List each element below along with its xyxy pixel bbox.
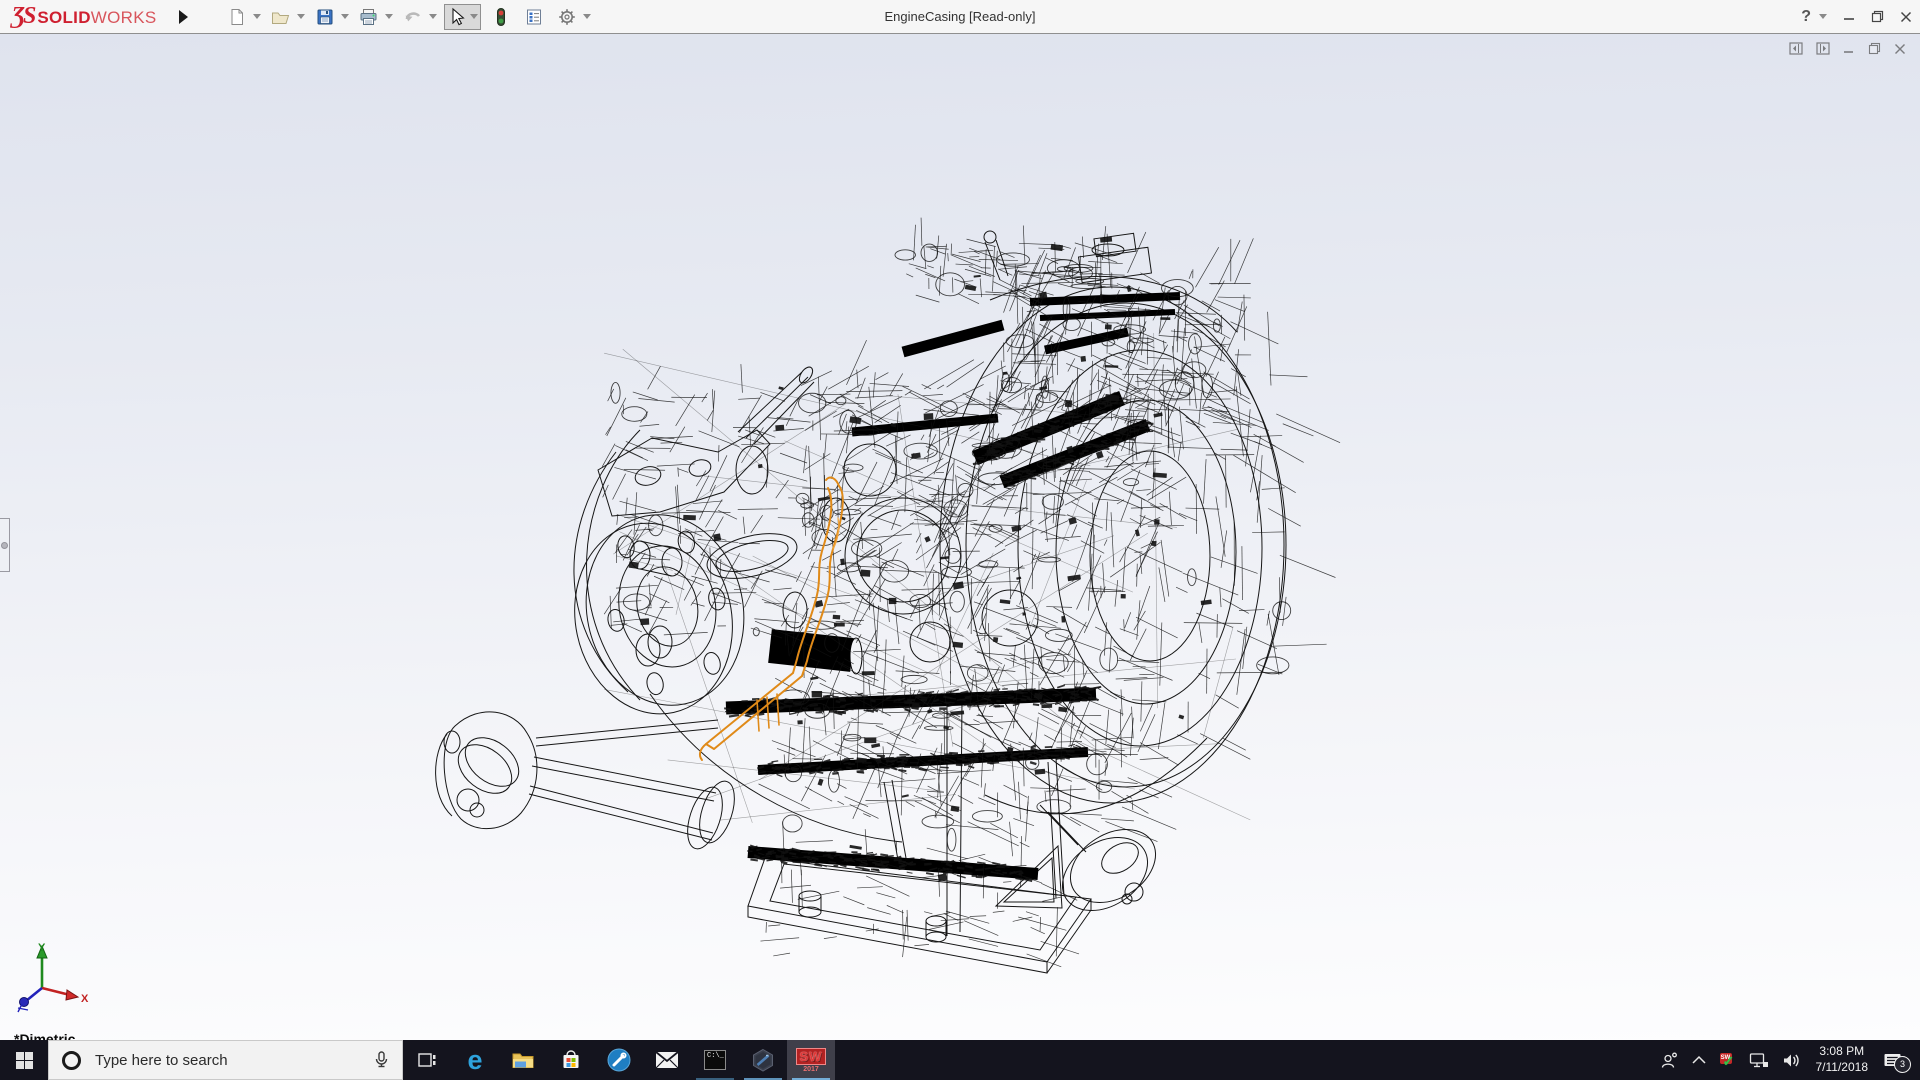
doc-close-button[interactable] (1894, 43, 1906, 55)
undo-dropdown[interactable] (429, 14, 437, 19)
edge-button[interactable]: e (451, 1040, 499, 1080)
select-tool-split-button[interactable] (444, 4, 481, 30)
doc-minimize-button[interactable] (1843, 43, 1855, 55)
tray-time: 3:08 PM (1816, 1044, 1869, 1060)
triad-x-label: X (81, 993, 89, 1005)
minimize-button[interactable] (1843, 11, 1855, 23)
task-view-icon (417, 1050, 437, 1070)
print-icon (359, 8, 378, 26)
quick-access-toolbar (224, 4, 598, 30)
new-document-icon (228, 8, 246, 26)
speaker-icon (1782, 1052, 1801, 1069)
title-bar: ƷS SOLID WORKS (0, 0, 1920, 34)
new-document-button[interactable] (224, 5, 250, 29)
print-button[interactable] (356, 5, 382, 29)
new-document-dropdown[interactable] (253, 14, 261, 19)
expand-right-pane-button[interactable] (1816, 42, 1830, 55)
action-center-button[interactable]: 3 (1881, 1052, 1904, 1069)
windows-logo-icon (16, 1052, 33, 1069)
wrench-circle-icon (607, 1048, 631, 1072)
window-controls: ? (1801, 0, 1912, 33)
command-prompt-icon: C:\_ (704, 1050, 726, 1070)
mail-button[interactable] (643, 1040, 691, 1080)
taskbar-search[interactable] (48, 1040, 403, 1080)
people-icon (1660, 1052, 1678, 1069)
open-folder-icon (271, 8, 290, 26)
help-button[interactable]: ? (1801, 8, 1811, 26)
select-dropdown[interactable] (470, 14, 478, 19)
file-explorer-button[interactable] (499, 1040, 547, 1080)
microphone-icon[interactable] (373, 1051, 390, 1069)
system-tray: SW✓ 3:08 PM 7/11/2018 3 (1658, 1040, 1920, 1080)
tools-button[interactable] (595, 1040, 643, 1080)
collapse-left-pane-button[interactable] (1789, 42, 1803, 55)
solidworks-check-icon: SW✓ (1720, 1053, 1736, 1067)
people-button[interactable] (1658, 1052, 1680, 1069)
options-dropdown[interactable] (583, 14, 591, 19)
view-orientation-label: *Dimetric (14, 1031, 75, 1040)
solidworks-tray-button[interactable]: SW✓ (1718, 1053, 1738, 1067)
feature-manager-collapsed-tab[interactable] (0, 518, 10, 572)
save-dropdown[interactable] (341, 14, 349, 19)
print-dropdown[interactable] (385, 14, 393, 19)
cortana-icon (62, 1051, 81, 1070)
start-button[interactable] (0, 1040, 48, 1080)
orientation-triad: Y X (8, 940, 94, 1018)
open-button[interactable] (268, 5, 294, 29)
file-properties-icon (525, 8, 543, 26)
solidworks-2017-button[interactable]: SW 2017 (787, 1040, 835, 1080)
document-title: EngineCasing [Read-only] (884, 9, 1035, 24)
notification-badge: 3 (1894, 1056, 1911, 1073)
select-cursor-icon (447, 7, 467, 27)
menu-expand-arrow-icon[interactable] (179, 10, 188, 24)
help-dropdown[interactable] (1819, 14, 1827, 19)
open-dropdown[interactable] (297, 14, 305, 19)
close-button[interactable] (1900, 11, 1912, 23)
save-floppy-icon (316, 8, 334, 26)
model-wireframe-engine-casing[interactable] (0, 34, 1920, 1040)
graphics-viewport[interactable]: Y X *Dimetric (0, 34, 1920, 1040)
edge-icon: e (467, 1047, 482, 1074)
traffic-light-icon (494, 7, 508, 27)
restore-button[interactable] (1871, 10, 1884, 23)
network-icon (1749, 1052, 1769, 1069)
save-button[interactable] (312, 5, 338, 29)
triad-y-label: Y (38, 942, 46, 954)
store-button[interactable] (547, 1040, 595, 1080)
tray-date: 7/11/2018 (1816, 1060, 1869, 1076)
store-icon (560, 1049, 582, 1071)
mail-envelope-icon (655, 1051, 679, 1069)
undo-icon (403, 8, 423, 26)
solidworks-logo: ƷS SOLID WORKS (0, 3, 165, 30)
command-prompt-button[interactable]: C:\_ (691, 1040, 739, 1080)
document-window-controls (1789, 42, 1906, 55)
solidworks-2017-icon: SW 2017 (796, 1048, 827, 1073)
file-properties-button[interactable] (521, 5, 547, 29)
volume-button[interactable] (1780, 1052, 1803, 1069)
solidworks-logo-glyph: ƷS (12, 3, 34, 30)
composer-button[interactable] (739, 1040, 787, 1080)
tray-overflow-button[interactable] (1689, 1055, 1709, 1065)
windows-taskbar: e C:\_ SW 2017 SW✓ (0, 1040, 1920, 1080)
options-button[interactable] (554, 5, 580, 29)
task-view-button[interactable] (403, 1040, 451, 1080)
doc-restore-button[interactable] (1868, 42, 1881, 55)
search-input[interactable] (93, 1051, 361, 1070)
chevron-up-icon (1691, 1055, 1707, 1065)
rebuild-button[interactable] (488, 5, 514, 29)
undo-button[interactable] (400, 5, 426, 29)
network-button[interactable] (1747, 1052, 1771, 1069)
file-explorer-icon (511, 1050, 535, 1070)
hexagon-icon (751, 1048, 775, 1072)
taskbar-clock[interactable]: 3:08 PM 7/11/2018 (1812, 1044, 1873, 1075)
gear-icon (557, 7, 577, 27)
